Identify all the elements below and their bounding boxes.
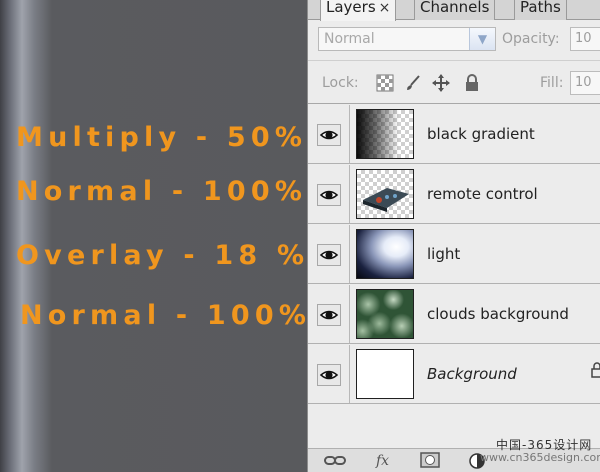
opacity-label: Opacity:	[502, 31, 560, 47]
layer-name[interactable]: remote control	[427, 185, 538, 203]
tab-paths[interactable]: Paths	[514, 0, 567, 20]
watermark-url: www.cn365design.com	[480, 451, 600, 464]
gradient-icon	[356, 109, 414, 159]
layer-row-clouds-background[interactable]: clouds background	[308, 285, 600, 344]
annotation-multiply: Multiply - 50%	[16, 122, 308, 153]
layer-row-background[interactable]: Background	[308, 345, 600, 404]
lock-row: Lock: Fill: 10	[308, 60, 600, 104]
layer-name[interactable]: black gradient	[427, 125, 535, 143]
layer-separator	[349, 105, 350, 163]
canvas-background	[0, 0, 307, 472]
svg-text:fx: fx	[375, 453, 389, 468]
annotation-overlay: Overlay - 18 %	[16, 240, 310, 271]
brush-icon[interactable]	[404, 74, 422, 96]
move-icon[interactable]	[432, 74, 450, 96]
layer-row-light[interactable]: light	[308, 225, 600, 284]
eye-icon[interactable]	[317, 184, 341, 206]
layer-lock-icon	[591, 362, 600, 382]
tab-paths-label: Paths	[520, 0, 561, 16]
layer-name[interactable]: light	[427, 245, 460, 263]
clouds-icon	[356, 289, 414, 339]
tab-layers-label: Layers	[326, 0, 376, 16]
tab-channels-label: Channels	[420, 0, 490, 16]
eye-icon[interactable]	[317, 244, 341, 266]
link-icon[interactable]	[324, 452, 346, 472]
layer-row-remote-control[interactable]: remote control	[308, 165, 600, 224]
layers-panel: Layers × Channels Paths Normal ▼ Opacity:…	[307, 0, 600, 472]
lock-icon[interactable]	[464, 74, 480, 96]
fill-label: Fill:	[540, 75, 564, 91]
eye-icon[interactable]	[317, 364, 341, 386]
layer-separator	[349, 345, 350, 403]
blank-icon	[356, 349, 414, 399]
panel-tab-bar: Layers × Channels Paths	[308, 0, 600, 21]
close-icon[interactable]: ×	[379, 0, 391, 16]
eye-icon[interactable]	[317, 304, 341, 326]
fx-icon[interactable]: fx	[374, 452, 396, 472]
annotation-normal-1: Normal - 100%	[16, 176, 308, 207]
annotation-normal-2: Normal - 100%	[20, 300, 312, 331]
layer-name[interactable]: Background	[427, 365, 517, 383]
blend-options-row: Normal ▼ Opacity: 10	[308, 21, 600, 59]
fill-input[interactable]: 10	[570, 71, 600, 95]
eye-icon[interactable]	[317, 124, 341, 146]
lock-transparency-icon[interactable]	[376, 74, 394, 96]
blend-mode-select[interactable]: Normal ▼	[318, 27, 496, 51]
opacity-input[interactable]: 10	[570, 27, 600, 51]
tab-layers[interactable]: Layers ×	[320, 0, 397, 21]
layer-name[interactable]: clouds background	[427, 305, 569, 323]
light-icon	[356, 229, 414, 279]
chevron-down-icon[interactable]: ▼	[469, 28, 495, 50]
mask-icon[interactable]	[420, 452, 440, 472]
layer-separator	[349, 225, 350, 283]
blend-mode-value: Normal	[324, 31, 375, 47]
remote-icon	[356, 169, 414, 219]
layer-separator	[349, 165, 350, 223]
lock-label: Lock:	[322, 75, 359, 91]
layer-row-black-gradient[interactable]: black gradient	[308, 105, 600, 164]
tab-channels[interactable]: Channels	[414, 0, 496, 20]
layer-separator	[349, 285, 350, 343]
